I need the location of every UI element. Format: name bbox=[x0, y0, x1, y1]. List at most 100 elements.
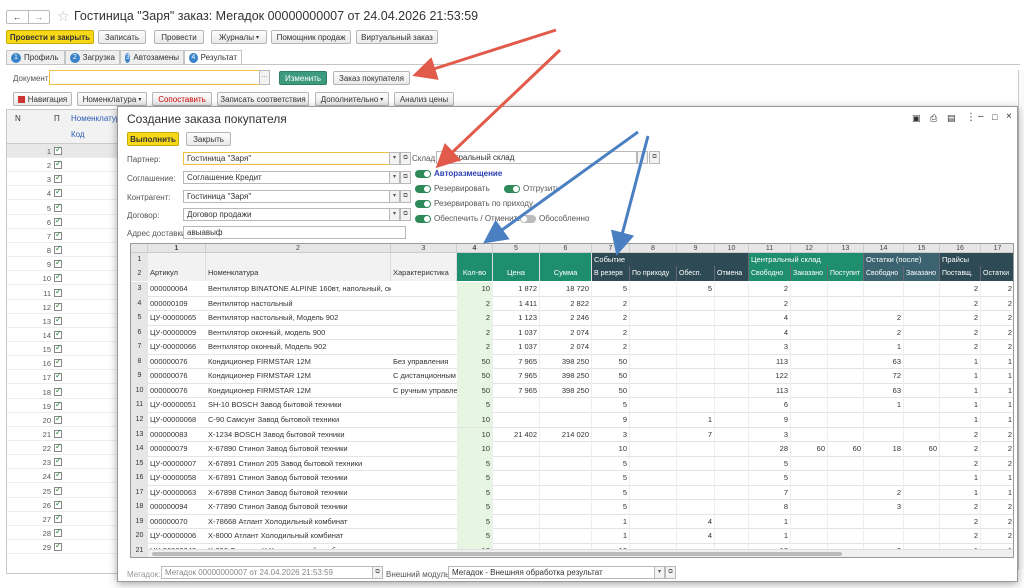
row-checkbox[interactable] bbox=[54, 216, 62, 226]
tab-autoreplace[interactable]: 3 Автозамены bbox=[120, 50, 184, 64]
row-checkbox[interactable] bbox=[54, 527, 62, 538]
row-checkbox[interactable] bbox=[54, 329, 62, 339]
row-checkbox[interactable] bbox=[54, 541, 62, 552]
row-checkbox[interactable] bbox=[54, 315, 62, 325]
row-checkbox[interactable] bbox=[54, 244, 62, 255]
row-checkbox[interactable] bbox=[54, 357, 62, 368]
additional-menu-button[interactable]: Дополнительно ▾ bbox=[315, 92, 389, 106]
back-arrow-icon[interactable]: ← bbox=[7, 11, 29, 23]
agreement-dropdown-icon[interactable]: ▾ bbox=[389, 171, 400, 184]
row-checkbox[interactable] bbox=[54, 499, 62, 509]
table-row[interactable] bbox=[131, 557, 1014, 558]
footer-module-field[interactable]: Мегадок - Внешняя обработка результат bbox=[448, 566, 655, 579]
delivery-address-field[interactable]: авыавыф bbox=[183, 226, 406, 239]
separate-toggle[interactable] bbox=[520, 215, 536, 223]
counterparty-open-icon[interactable]: ⧉ bbox=[400, 190, 411, 203]
nav-back-forward[interactable]: ← → bbox=[6, 10, 50, 24]
nomenclature-menu-button[interactable]: Номенклатура ▾ bbox=[77, 92, 147, 106]
calendar-icon[interactable]: ▤ bbox=[947, 113, 956, 124]
footer-megadoc-field[interactable]: Мегадок 00000000007 от 24.04.2026 21:53:… bbox=[161, 566, 373, 579]
row-checkbox[interactable] bbox=[54, 428, 62, 438]
warehouse-field[interactable]: Центральный склад bbox=[436, 151, 637, 164]
counterparty-dropdown-icon[interactable]: ▾ bbox=[389, 190, 400, 203]
forward-arrow-icon[interactable]: → bbox=[29, 11, 50, 23]
tab-result[interactable]: 4 Результат bbox=[184, 50, 242, 64]
tab-profile[interactable]: 1 Профиль bbox=[6, 50, 65, 64]
warehouse-open-icon[interactable]: ⧉ bbox=[649, 151, 660, 164]
row-checkbox[interactable] bbox=[54, 272, 62, 283]
scrollbar-thumb[interactable] bbox=[152, 552, 842, 556]
more-icon[interactable]: ⋮ bbox=[966, 112, 976, 123]
change-button[interactable]: Изменить bbox=[279, 71, 327, 85]
warehouse-dropdown-icon[interactable]: ▾ bbox=[637, 151, 648, 164]
tab-loading[interactable]: 2 Загрузка bbox=[65, 50, 120, 64]
cell-nom: Кондиционер FIRMSTAR 12M bbox=[208, 385, 311, 395]
price-analysis-button[interactable]: Анализ цены bbox=[394, 92, 454, 106]
minimize-icon[interactable]: – bbox=[978, 111, 984, 122]
row-checkbox[interactable] bbox=[54, 258, 62, 269]
navigation-button[interactable]: Навигация bbox=[13, 92, 72, 106]
cell-ord bbox=[791, 354, 828, 370]
row-checkbox[interactable] bbox=[54, 145, 62, 155]
row-checkbox[interactable] bbox=[54, 386, 62, 396]
contract-open-icon[interactable]: ⧉ bbox=[400, 208, 411, 221]
execute-button[interactable]: Выполнить bbox=[127, 132, 179, 146]
row-checkbox[interactable] bbox=[54, 287, 62, 297]
cell-n: 17 bbox=[131, 485, 148, 501]
row-checkbox[interactable] bbox=[54, 202, 62, 212]
save-icon[interactable]: ▣ bbox=[912, 113, 921, 124]
row-checkbox[interactable] bbox=[54, 173, 62, 184]
partner-dropdown-icon[interactable]: ▾ bbox=[389, 152, 400, 165]
row-checkbox[interactable] bbox=[54, 470, 62, 481]
maximize-icon[interactable]: □ bbox=[992, 112, 997, 122]
cell-n: 13 bbox=[131, 427, 148, 443]
document-input[interactable] bbox=[49, 70, 260, 85]
customer-order-button[interactable]: Заказ покупателя bbox=[333, 71, 410, 85]
reserve-toggle[interactable] bbox=[415, 185, 431, 193]
save-button[interactable]: Записать bbox=[98, 30, 146, 44]
provide-cancel-toggle[interactable] bbox=[415, 215, 431, 223]
row-checkbox[interactable] bbox=[54, 456, 62, 467]
print-icon[interactable]: ⎙ bbox=[930, 113, 937, 124]
virtual-order-button[interactable]: Виртуальный заказ bbox=[356, 30, 438, 44]
row-checkbox[interactable] bbox=[54, 414, 62, 424]
row-checkbox[interactable] bbox=[54, 301, 62, 311]
partner-field[interactable]: Гостиница "Заря" bbox=[183, 152, 390, 165]
contract-field[interactable]: Договор продажи bbox=[183, 208, 390, 221]
reserve-arrival-toggle[interactable] bbox=[415, 200, 431, 208]
agreement-field[interactable]: Соглашение Кредит bbox=[183, 171, 390, 184]
cell-free2: 18 bbox=[864, 442, 904, 457]
favorite-star-icon[interactable]: ☆ bbox=[57, 8, 70, 25]
compare-button[interactable]: Сопоставить bbox=[152, 92, 212, 106]
document-select-button[interactable]: … bbox=[259, 70, 270, 85]
cell-arr bbox=[630, 485, 677, 501]
ship-toggle[interactable] bbox=[504, 185, 520, 193]
column-number: 3 bbox=[391, 244, 457, 253]
table-horizontal-scrollbar[interactable] bbox=[148, 549, 1013, 557]
write-matches-button[interactable]: Записать соответствия bbox=[217, 92, 309, 106]
cell-n: 21 bbox=[131, 543, 148, 557]
journals-button[interactable]: Журналы ▾ bbox=[211, 30, 267, 44]
row-checkbox[interactable] bbox=[54, 513, 62, 523]
post-close-button[interactable]: Провести и закрыть bbox=[6, 30, 94, 44]
row-checkbox[interactable] bbox=[54, 400, 62, 410]
partner-open-icon[interactable]: ⧉ bbox=[400, 152, 411, 165]
auto-placement-toggle[interactable] bbox=[415, 170, 431, 178]
agreement-open-icon[interactable]: ⧉ bbox=[400, 171, 411, 184]
row-checkbox[interactable] bbox=[54, 485, 62, 495]
row-checkbox[interactable] bbox=[54, 371, 62, 382]
row-checkbox[interactable] bbox=[54, 343, 62, 354]
close-icon[interactable]: × bbox=[1006, 111, 1012, 122]
footer-module-dropdown-icon[interactable]: ▾ bbox=[654, 566, 665, 579]
counterparty-field[interactable]: Гостиница "Заря" bbox=[183, 190, 390, 203]
footer-module-open-icon[interactable]: ⧉ bbox=[665, 566, 676, 579]
row-checkbox[interactable] bbox=[54, 187, 62, 198]
post-button[interactable]: Провести bbox=[154, 30, 204, 44]
row-checkbox[interactable] bbox=[54, 159, 62, 170]
row-checkbox[interactable] bbox=[54, 230, 62, 240]
row-checkbox[interactable] bbox=[54, 442, 62, 453]
footer-megadoc-open-icon[interactable]: ⧉ bbox=[372, 566, 383, 579]
sales-assistant-button[interactable]: Помощник продаж bbox=[271, 30, 351, 44]
close-button[interactable]: Закрыть bbox=[186, 132, 231, 146]
contract-dropdown-icon[interactable]: ▾ bbox=[389, 208, 400, 221]
